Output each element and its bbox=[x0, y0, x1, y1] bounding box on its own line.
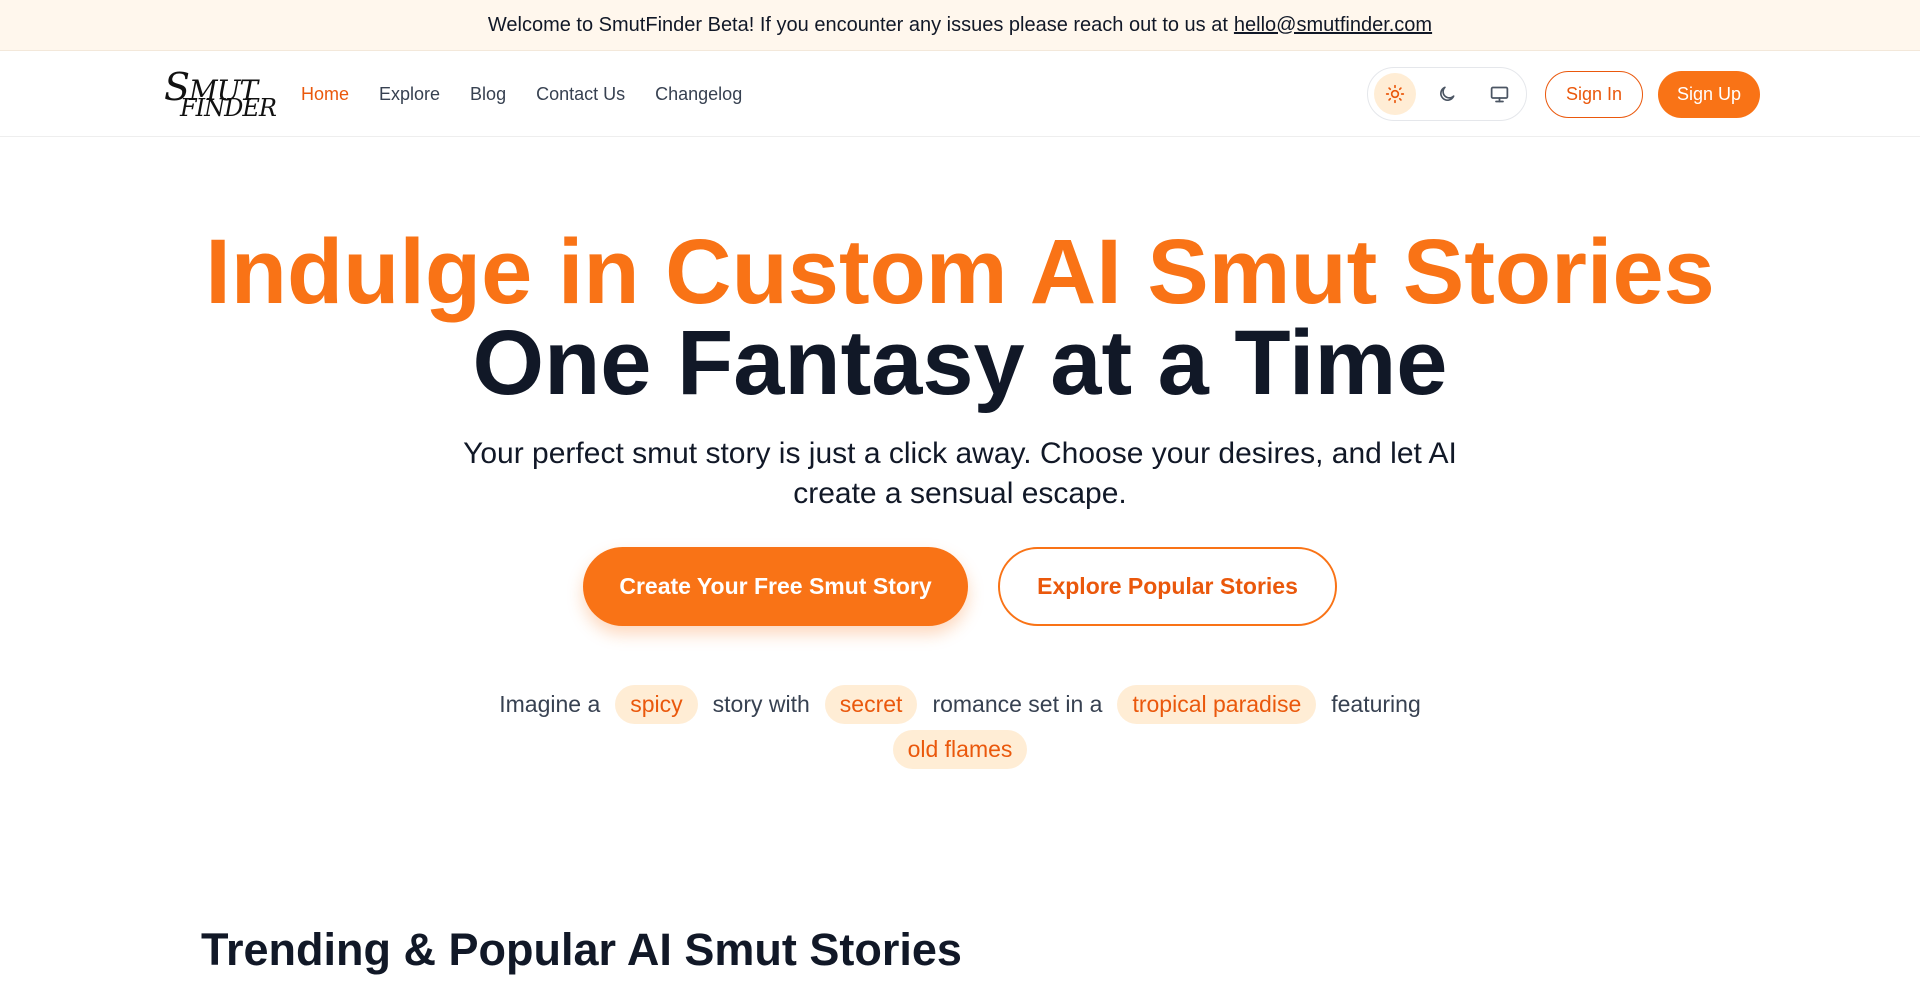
nav-contact-link[interactable]: Contact Us bbox=[536, 84, 625, 105]
nav-explore-link[interactable]: Explore bbox=[379, 84, 440, 105]
monitor-icon bbox=[1490, 86, 1508, 102]
banner-text: Welcome to SmutFinder Beta! If you encou… bbox=[487, 13, 1228, 36]
nav-blog-link[interactable]: Blog bbox=[470, 84, 506, 105]
theme-switcher bbox=[1367, 67, 1527, 121]
prompt-chip-tone[interactable]: spicy bbox=[615, 684, 698, 724]
hero-title-line-2: One Fantasy at a Time bbox=[472, 312, 1448, 414]
prompt-text: featuring bbox=[1331, 690, 1421, 717]
create-story-button[interactable]: Create Your Free Smut Story bbox=[583, 547, 968, 626]
nav-home-link[interactable]: Home bbox=[301, 84, 349, 105]
system-theme-button[interactable] bbox=[1478, 73, 1520, 115]
explore-stories-button[interactable]: Explore Popular Stories bbox=[998, 547, 1337, 626]
hero-title-line-1: Indulge in Custom AI Smut Stories bbox=[205, 221, 1715, 323]
prompt-chip-trope[interactable]: old flames bbox=[892, 729, 1028, 769]
announcement-banner: Welcome to SmutFinder Beta! If you encou… bbox=[0, 0, 1920, 51]
dark-theme-button[interactable] bbox=[1426, 73, 1468, 115]
nav-changelog-link[interactable]: Changelog bbox=[655, 84, 742, 105]
top-navbar: SMUT FINDER Home Explore Blog Contact Us… bbox=[0, 51, 1920, 137]
prompt-text: romance set in a bbox=[932, 690, 1103, 717]
prompt-chip-setting[interactable]: tropical paradise bbox=[1117, 684, 1317, 724]
story-prompt-line-1: Imagine a spicy story with secret romanc… bbox=[0, 683, 1920, 725]
hero-subtitle: Your perfect smut story is just a click … bbox=[463, 437, 1457, 510]
sign-up-button[interactable]: Sign Up bbox=[1658, 71, 1760, 118]
main-nav: Home Explore Blog Contact Us Changelog bbox=[301, 51, 772, 137]
sun-icon bbox=[1385, 84, 1405, 104]
logo-line-2: FINDER bbox=[180, 94, 277, 122]
story-prompt-line-2: old flames bbox=[0, 728, 1920, 770]
prompt-text: story with bbox=[712, 690, 810, 717]
trending-section-title: Trending & Popular AI Smut Stories bbox=[201, 924, 962, 975]
light-theme-button[interactable] bbox=[1374, 73, 1416, 115]
moon-icon bbox=[1440, 86, 1455, 101]
smutfinder-logo[interactable]: SMUT FINDER bbox=[158, 66, 277, 124]
sign-in-button[interactable]: Sign In bbox=[1545, 71, 1643, 118]
prompt-chip-theme[interactable]: secret bbox=[824, 684, 918, 724]
prompt-text: Imagine a bbox=[499, 690, 601, 717]
banner-email-link[interactable]: hello@smutfinder.com bbox=[1234, 14, 1432, 37]
